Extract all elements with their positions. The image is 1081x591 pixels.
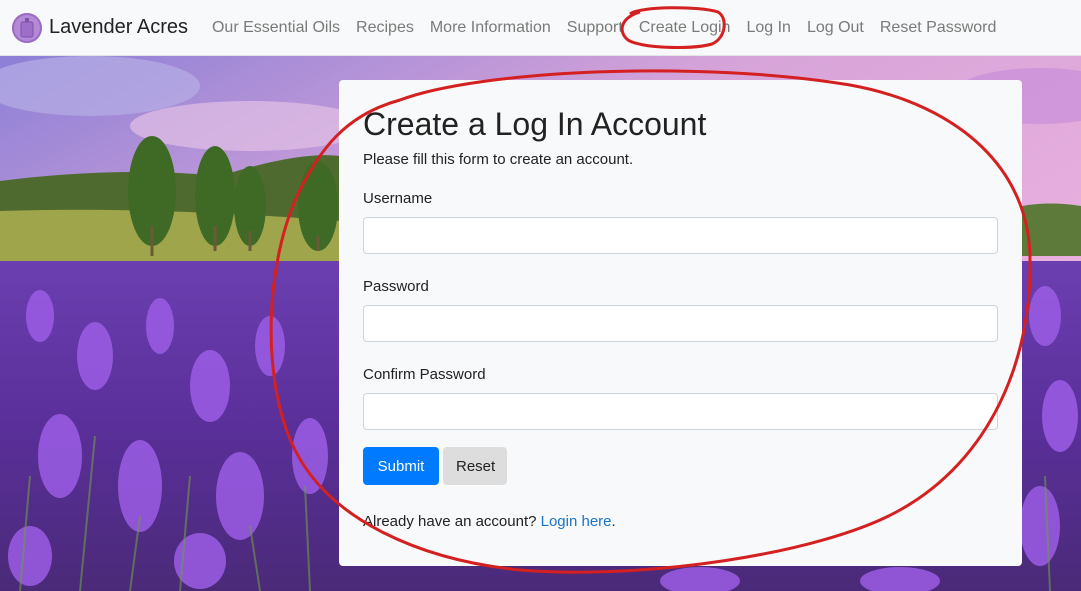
lavender-bottle-icon [12, 12, 42, 43]
submit-button[interactable]: Submit [363, 447, 439, 485]
nav-reset-password[interactable]: Reset Password [880, 19, 997, 37]
nav-support[interactable]: Support [567, 19, 623, 37]
form-subtitle: Please fill this form to create an accou… [363, 151, 634, 168]
confirm-password-label: Confirm Password [363, 366, 486, 383]
nav-recipes[interactable]: Recipes [356, 19, 414, 37]
brand[interactable]: Lavender Acres [12, 12, 188, 43]
reset-button[interactable]: Reset [443, 447, 507, 485]
form-actions: Submit Reset [363, 447, 998, 485]
login-prompt-period: . [611, 513, 616, 530]
login-prompt-text: Already have an account? [363, 513, 537, 530]
nav-our-essential-oils[interactable]: Our Essential Oils [212, 19, 340, 37]
navbar: Lavender Acres Our Essential Oils Recipe… [0, 0, 1081, 56]
brand-name: Lavender Acres [49, 16, 188, 38]
page-title: Create a Log In Account [363, 106, 707, 142]
password-label: Password [363, 278, 429, 295]
password-input[interactable] [363, 305, 998, 342]
username-label: Username [363, 190, 433, 207]
nav-log-out[interactable]: Log Out [807, 19, 864, 37]
nav-log-in[interactable]: Log In [746, 19, 790, 37]
username-input[interactable] [363, 217, 998, 254]
confirm-password-input[interactable] [363, 393, 998, 430]
create-account-card: Create a Log In Account Please fill this… [339, 80, 1022, 566]
nav-create-login[interactable]: Create Login [639, 19, 731, 37]
login-here-link[interactable]: Login here [541, 513, 612, 530]
nav-more-information[interactable]: More Information [430, 19, 551, 37]
login-prompt: Already have an account? Login here. [363, 513, 998, 530]
